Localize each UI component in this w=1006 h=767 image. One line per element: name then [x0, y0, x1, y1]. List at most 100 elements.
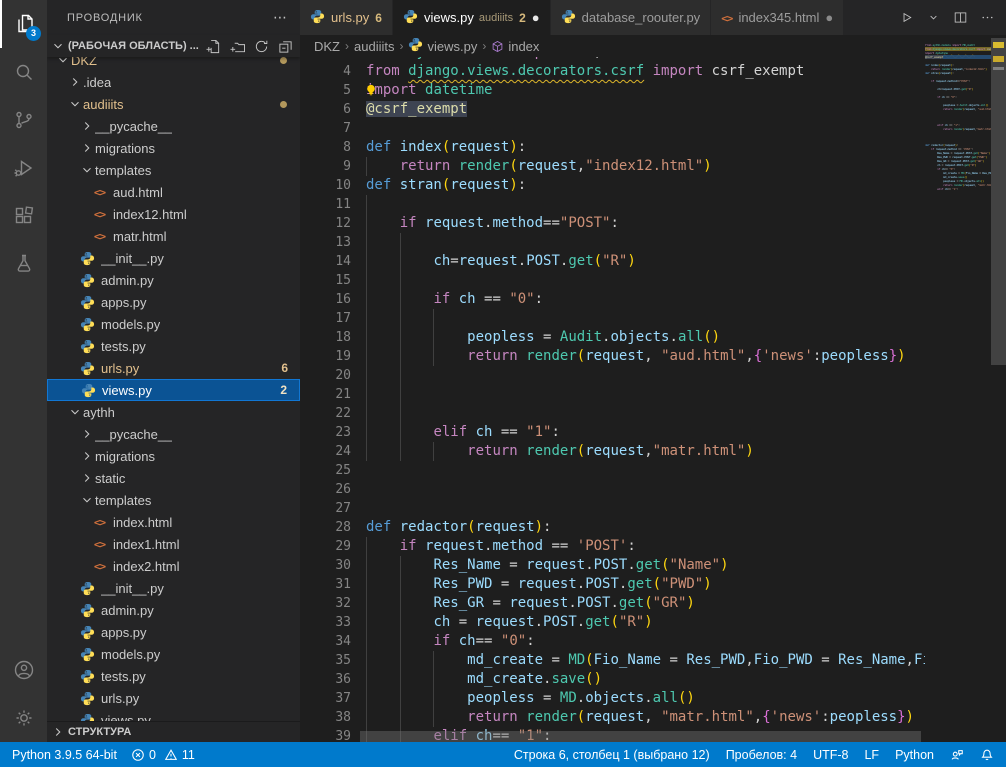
tree-item-aythh[interactable]: aythh [47, 401, 300, 423]
tree-item-__init__.py[interactable]: __init__.py [47, 577, 300, 599]
new-folder-icon[interactable] [228, 37, 246, 55]
vertical-scrollbar[interactable] [991, 38, 1006, 365]
tree-item-__pycache__[interactable]: __pycache__ [47, 423, 300, 445]
cursor-position-status[interactable]: Строка 6, столбец 1 (выбрано 12) [514, 748, 710, 762]
line-number[interactable]: 39 [300, 727, 351, 742]
code-line-37[interactable]: 37 peopless = MD.objects.all() [300, 689, 925, 708]
code-line-23[interactable]: 23 elif ch == "1": [300, 423, 925, 442]
encoding-status[interactable]: UTF-8 [813, 748, 848, 762]
code-line-8[interactable]: 8def index(request): [300, 138, 925, 157]
code-line-35[interactable]: 35 md_create = MD(Fio_Name = Res_PWD,Fio… [300, 651, 925, 670]
activity-bar-item-explorer[interactable]: 3 [0, 0, 47, 48]
dirty-indicator-dot[interactable]: ● [532, 11, 540, 24]
code-line-38[interactable]: 38 return render(request, "matr.html",{'… [300, 708, 925, 727]
tab-index345.html[interactable]: <>index345.html● [711, 0, 844, 35]
tree-item-static[interactable]: static [47, 467, 300, 489]
tree-item-views.py[interactable]: views.py2 [47, 379, 300, 401]
more-icon[interactable] [979, 9, 996, 26]
code-line-4[interactable]: 4from django.views.decorators.csrf impor… [300, 62, 925, 81]
line-number[interactable]: 15 [300, 271, 351, 290]
line-number[interactable]: 31 [300, 575, 351, 594]
line-number[interactable]: 26 [300, 480, 351, 499]
code-line-29[interactable]: 29 if request.method == 'POST': [300, 537, 925, 556]
code-line-10[interactable]: 10def stran(request): [300, 176, 925, 195]
feedback-icon[interactable] [950, 748, 964, 762]
activity-bar-item-account[interactable] [0, 646, 47, 694]
run-icon[interactable] [898, 9, 915, 26]
line-number[interactable]: 17 [300, 309, 351, 328]
code-line-31[interactable]: 31 Res_PWD = request.POST.get("PWD") [300, 575, 925, 594]
line-number[interactable]: 4 [300, 62, 351, 81]
eol-status[interactable]: LF [864, 748, 879, 762]
breadcrumb-item-views.py[interactable]: views.py [408, 37, 477, 55]
line-number[interactable]: 5 [300, 81, 351, 100]
breadcrumb-item-DKZ[interactable]: DKZ [314, 39, 340, 54]
tab-views.py[interactable]: views.pyaudiiits2● [393, 0, 551, 35]
code-line-15[interactable]: 15 [300, 271, 925, 290]
line-number[interactable]: 32 [300, 594, 351, 613]
tree-item-migrations[interactable]: migrations [47, 445, 300, 467]
tree-item-__init__.py[interactable]: __init__.py [47, 247, 300, 269]
line-number[interactable]: 12 [300, 214, 351, 233]
tab-database_roouter.py[interactable]: database_roouter.py [551, 0, 712, 35]
code-line-25[interactable]: 25 [300, 461, 925, 480]
code-line-30[interactable]: 30 Res_Name = request.POST.get("Name") [300, 556, 925, 575]
dirty-indicator-dot[interactable]: ● [825, 11, 833, 24]
tree-item-matr.html[interactable]: <>matr.html [47, 225, 300, 247]
tree-item-templates[interactable]: templates [47, 489, 300, 511]
tree-item-aud.html[interactable]: <>aud.html [47, 181, 300, 203]
tree-item-DKZ[interactable]: DKZ [47, 57, 300, 71]
tree-item-__pycache__[interactable]: __pycache__ [47, 115, 300, 137]
activity-bar-item-testing[interactable] [0, 240, 47, 288]
code-line-26[interactable]: 26 [300, 480, 925, 499]
workspace-section-header[interactable]: (РАБОЧАЯ ОБЛАСТЬ) ... [47, 35, 300, 57]
line-number[interactable]: 8 [300, 138, 351, 157]
tree-item-index12.html[interactable]: <>index12.html [47, 203, 300, 225]
tree-item-audiiits[interactable]: audiiits [47, 93, 300, 115]
split-editor-icon[interactable] [952, 9, 969, 26]
line-number[interactable]: 7 [300, 119, 351, 138]
lightbulb-icon[interactable] [364, 83, 378, 98]
tree-item-index.html[interactable]: <>index.html [47, 511, 300, 533]
activity-bar-item-extensions[interactable] [0, 192, 47, 240]
tree-item-models.py[interactable]: models.py [47, 643, 300, 665]
tree-item-urls.py[interactable]: urls.py6 [47, 357, 300, 379]
activity-bar-item-run-debug[interactable] [0, 144, 47, 192]
code-line-34[interactable]: 34 if ch== "0": [300, 632, 925, 651]
tree-item-urls.py[interactable]: urls.py [47, 687, 300, 709]
code-line-7[interactable]: 7 [300, 119, 925, 138]
tree-item-tests.py[interactable]: tests.py [47, 665, 300, 687]
code-line-19[interactable]: 19 return render(request, "aud.html",{'n… [300, 347, 925, 366]
code-line-13[interactable]: 13 [300, 233, 925, 252]
indentation-status[interactable]: Пробелов: 4 [726, 748, 797, 762]
line-number[interactable]: 38 [300, 708, 351, 727]
new-file-icon[interactable] [204, 37, 222, 55]
tree-item-templates[interactable]: templates [47, 159, 300, 181]
tree-item-admin.py[interactable]: admin.py [47, 599, 300, 621]
horizontal-scrollbar[interactable] [360, 731, 921, 742]
tab-urls.py[interactable]: urls.py6 [300, 0, 393, 35]
code-line-32[interactable]: 32 Res_GR = request.POST.get("GR") [300, 594, 925, 613]
chevron-down-icon[interactable] [925, 9, 942, 26]
line-number[interactable]: 25 [300, 461, 351, 480]
code-line-6[interactable]: 6@csrf_exempt [300, 100, 925, 119]
line-number[interactable]: 37 [300, 689, 351, 708]
tree-item-apps.py[interactable]: apps.py [47, 621, 300, 643]
tree-item-tests.py[interactable]: tests.py [47, 335, 300, 357]
tree-item-.idea[interactable]: .idea [47, 71, 300, 93]
tree-item-index1.html[interactable]: <>index1.html [47, 533, 300, 555]
code-line-17[interactable]: 17 [300, 309, 925, 328]
notifications-bell-icon[interactable] [980, 748, 994, 762]
tree-item-admin.py[interactable]: admin.py [47, 269, 300, 291]
line-number[interactable]: 29 [300, 537, 351, 556]
code-line-14[interactable]: 14 ch=request.POST.get("R") [300, 252, 925, 271]
activity-bar-item-source-control[interactable] [0, 96, 47, 144]
tree-item-apps.py[interactable]: apps.py [47, 291, 300, 313]
line-number[interactable]: 21 [300, 385, 351, 404]
collapse-all-icon[interactable] [276, 37, 294, 55]
line-number[interactable]: 30 [300, 556, 351, 575]
line-number[interactable]: 6 [300, 100, 351, 119]
code-line-36[interactable]: 36 md_create.save() [300, 670, 925, 689]
code-line-20[interactable]: 20 [300, 366, 925, 385]
line-number[interactable]: 9 [300, 157, 351, 176]
